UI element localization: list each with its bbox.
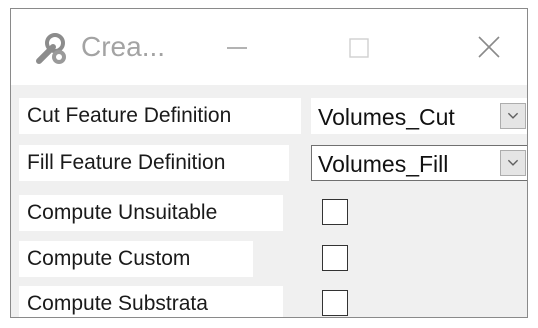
chevron-down-icon[interactable] <box>500 103 526 129</box>
fill-feature-combobox[interactable]: Volumes_Fill <box>311 145 527 181</box>
create-dialog-window: Crea... Cut Feature Definition Volumes_C… <box>10 8 528 318</box>
cut-feature-row: Cut Feature Definition Volumes_Cut <box>19 98 527 136</box>
compute-custom-label: Compute Custom <box>19 241 253 277</box>
title-bar[interactable]: Crea... <box>11 9 527 85</box>
compute-custom-checkbox[interactable] <box>322 245 348 271</box>
maximize-button[interactable] <box>329 27 389 67</box>
fill-feature-value: Volumes_Fill <box>318 151 449 177</box>
fill-feature-label: Fill Feature Definition <box>19 145 289 181</box>
compute-substrata-label: Compute Substrata <box>19 286 283 317</box>
compute-substrata-checkbox[interactable] <box>322 290 348 316</box>
minimize-button[interactable] <box>207 27 267 67</box>
window-title: Crea... <box>81 31 166 62</box>
compute-unsuitable-label: Compute Unsuitable <box>19 195 283 231</box>
wrench-gear-icon <box>33 29 73 69</box>
cut-feature-label: Cut Feature Definition <box>19 98 301 134</box>
compute-unsuitable-row: Compute Unsuitable <box>19 195 527 233</box>
cut-feature-value: Volumes_Cut <box>318 104 455 130</box>
fill-feature-row: Fill Feature Definition Volumes_Fill <box>19 145 527 183</box>
cut-feature-combobox[interactable]: Volumes_Cut <box>311 98 527 134</box>
compute-substrata-row: Compute Substrata <box>19 286 527 317</box>
compute-custom-row: Compute Custom <box>19 241 527 279</box>
compute-unsuitable-checkbox[interactable] <box>322 199 348 225</box>
close-button[interactable] <box>459 27 519 67</box>
chevron-down-icon[interactable] <box>500 150 526 176</box>
